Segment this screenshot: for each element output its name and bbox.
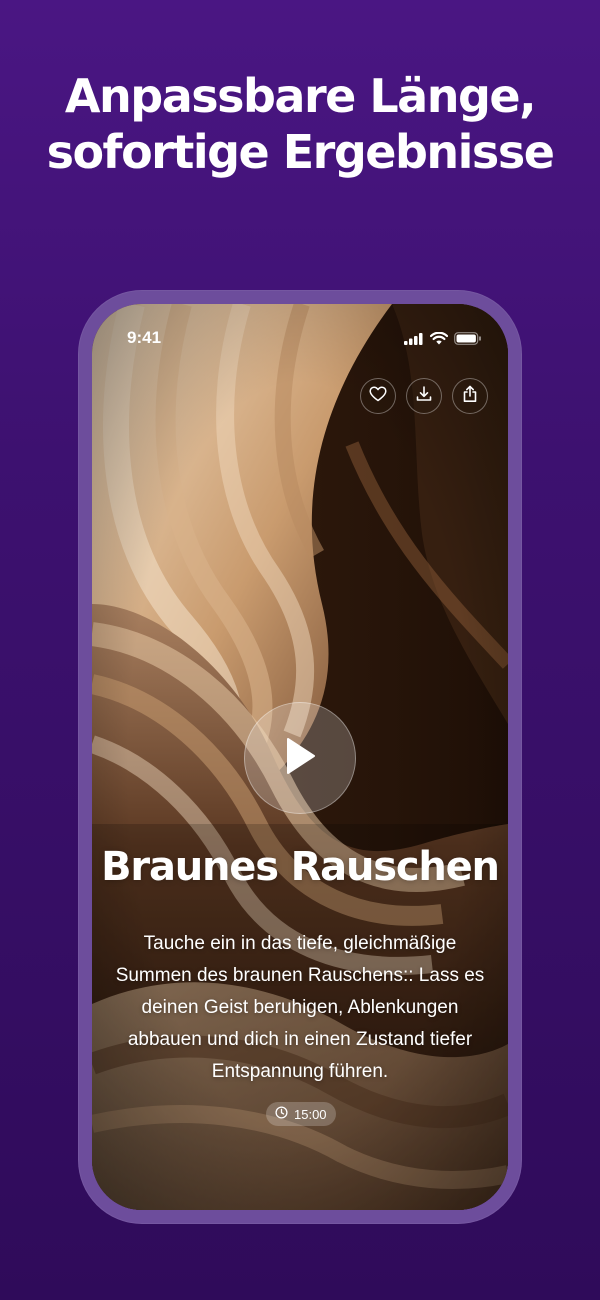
heart-icon: [369, 386, 387, 406]
headline-line-2: sofortige Ergebnisse: [46, 125, 555, 179]
headline-line-1: Anpassbare Länge,: [64, 69, 537, 123]
play-button[interactable]: [244, 702, 356, 814]
share-button[interactable]: [452, 378, 488, 414]
duration-badge: 15:00: [266, 1102, 336, 1126]
favorite-button[interactable]: [360, 378, 396, 414]
headline: Anpassbare Länge, sofortige Ergebnisse: [0, 68, 600, 180]
wifi-icon: [429, 330, 449, 349]
action-row: [360, 378, 488, 414]
play-icon: [282, 736, 318, 780]
share-icon: [461, 385, 479, 407]
sound-description: Tauche ein in das tiefe, gleichmäßige Su…: [115, 933, 485, 1082]
battery-icon: [454, 330, 482, 349]
duration-text: 15:00: [294, 1106, 327, 1122]
signal-icon: [404, 330, 424, 349]
status-icons: [404, 330, 482, 349]
status-time: 9:41: [127, 328, 162, 347]
download-button[interactable]: [406, 378, 442, 414]
phone-screen: 9:41 Braunes Rauschen Tauche ein in das …: [92, 304, 508, 1210]
download-icon: [415, 385, 433, 407]
phone-frame: 9:41 Braunes Rauschen Tauche ein in das …: [78, 290, 522, 1224]
clock-icon: [275, 1106, 288, 1122]
status-bar: 9:41: [92, 304, 508, 374]
sound-title: Braunes Rauschen: [101, 844, 500, 890]
